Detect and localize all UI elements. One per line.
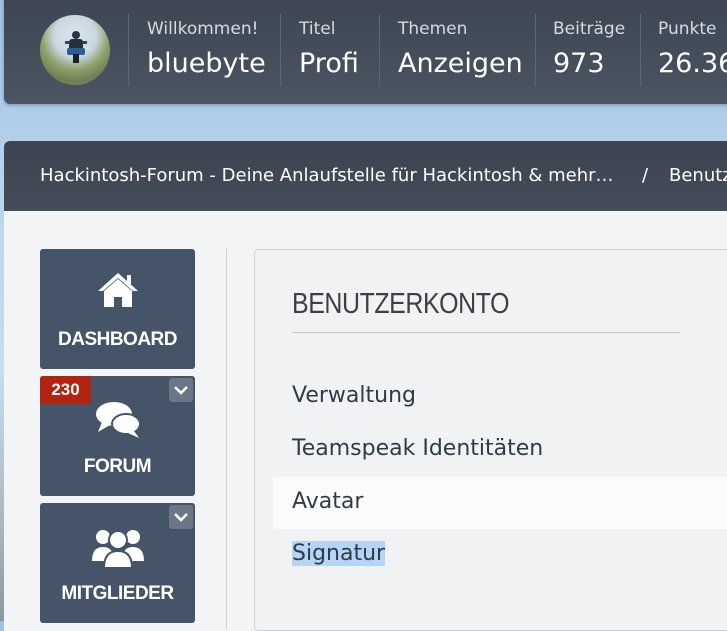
user-bar-divider	[128, 14, 129, 86]
posts-label: Beiträge	[553, 19, 626, 39]
menu-item-verwaltung[interactable]: Verwaltung	[273, 371, 727, 423]
menu-item-label: Signatur	[292, 541, 386, 566]
sidebar-tile-label: MITGLIEDER	[61, 583, 174, 604]
panel-divider	[292, 332, 680, 333]
title-label: Titel	[299, 19, 336, 39]
user-bar-divider	[280, 14, 281, 86]
notification-badge: 230	[40, 376, 91, 404]
sidebar-tile-forum[interactable]: 230 FORUM	[40, 376, 195, 496]
expand-forum-button[interactable]	[169, 378, 193, 402]
user-bar-divider	[640, 14, 641, 86]
sidebar-tile-label: FORUM	[83, 456, 152, 477]
welcome-label: Willkommen!	[147, 19, 259, 39]
expand-members-button[interactable]	[169, 505, 193, 529]
user-bar-divider	[535, 14, 536, 86]
user-bar: Willkommen! bluebyte Titel Profi Themen …	[4, 0, 727, 104]
title-value: Profi	[299, 48, 359, 79]
posts-value[interactable]: 973	[553, 48, 605, 79]
breadcrumb-separator: /	[642, 165, 649, 186]
menu-item-label: Avatar	[292, 489, 364, 514]
chevron-down-icon	[174, 386, 188, 395]
chevron-down-icon	[174, 513, 188, 522]
menu-item-label: Teamspeak Identitäten	[292, 436, 544, 461]
menu-item-label: Verwaltung	[292, 383, 416, 408]
breadcrumb: Hackintosh-Forum - Deine Anlaufstelle fü…	[4, 141, 727, 211]
user-bar-divider	[379, 14, 380, 86]
username[interactable]: bluebyte	[147, 48, 266, 79]
home-icon	[97, 273, 138, 307]
breadcrumb-item-forum[interactable]: Hackintosh-Forum - Deine Anlaufstelle fü…	[40, 165, 614, 186]
menu-item-teamspeak[interactable]: Teamspeak Identitäten	[273, 424, 727, 476]
menu-item-avatar[interactable]: Avatar	[273, 477, 727, 529]
chat-bubbles-icon	[95, 402, 141, 438]
themes-label: Themen	[398, 19, 468, 39]
avatar[interactable]	[40, 15, 110, 85]
sidebar-tile-members[interactable]: MITGLIEDER	[40, 503, 195, 623]
menu-item-signatur[interactable]: Signatur	[273, 529, 727, 581]
points-value: 26.36	[658, 48, 727, 79]
breadcrumb-item-current[interactable]: Benutz	[669, 165, 727, 186]
sidebar-tile-label: DASHBOARD	[58, 329, 178, 350]
themes-link[interactable]: Anzeigen	[398, 48, 523, 79]
points-label: Punkte	[658, 19, 717, 39]
panel-title: BENUTZERKONTO	[292, 288, 510, 320]
account-panel: BENUTZERKONTO Verwaltung Teamspeak Ident…	[254, 249, 727, 631]
motorcycle-rider-image	[65, 31, 87, 63]
sidebar-tile-dashboard[interactable]: DASHBOARD	[40, 249, 195, 369]
sidebar-divider	[226, 249, 227, 629]
users-icon	[91, 530, 144, 569]
